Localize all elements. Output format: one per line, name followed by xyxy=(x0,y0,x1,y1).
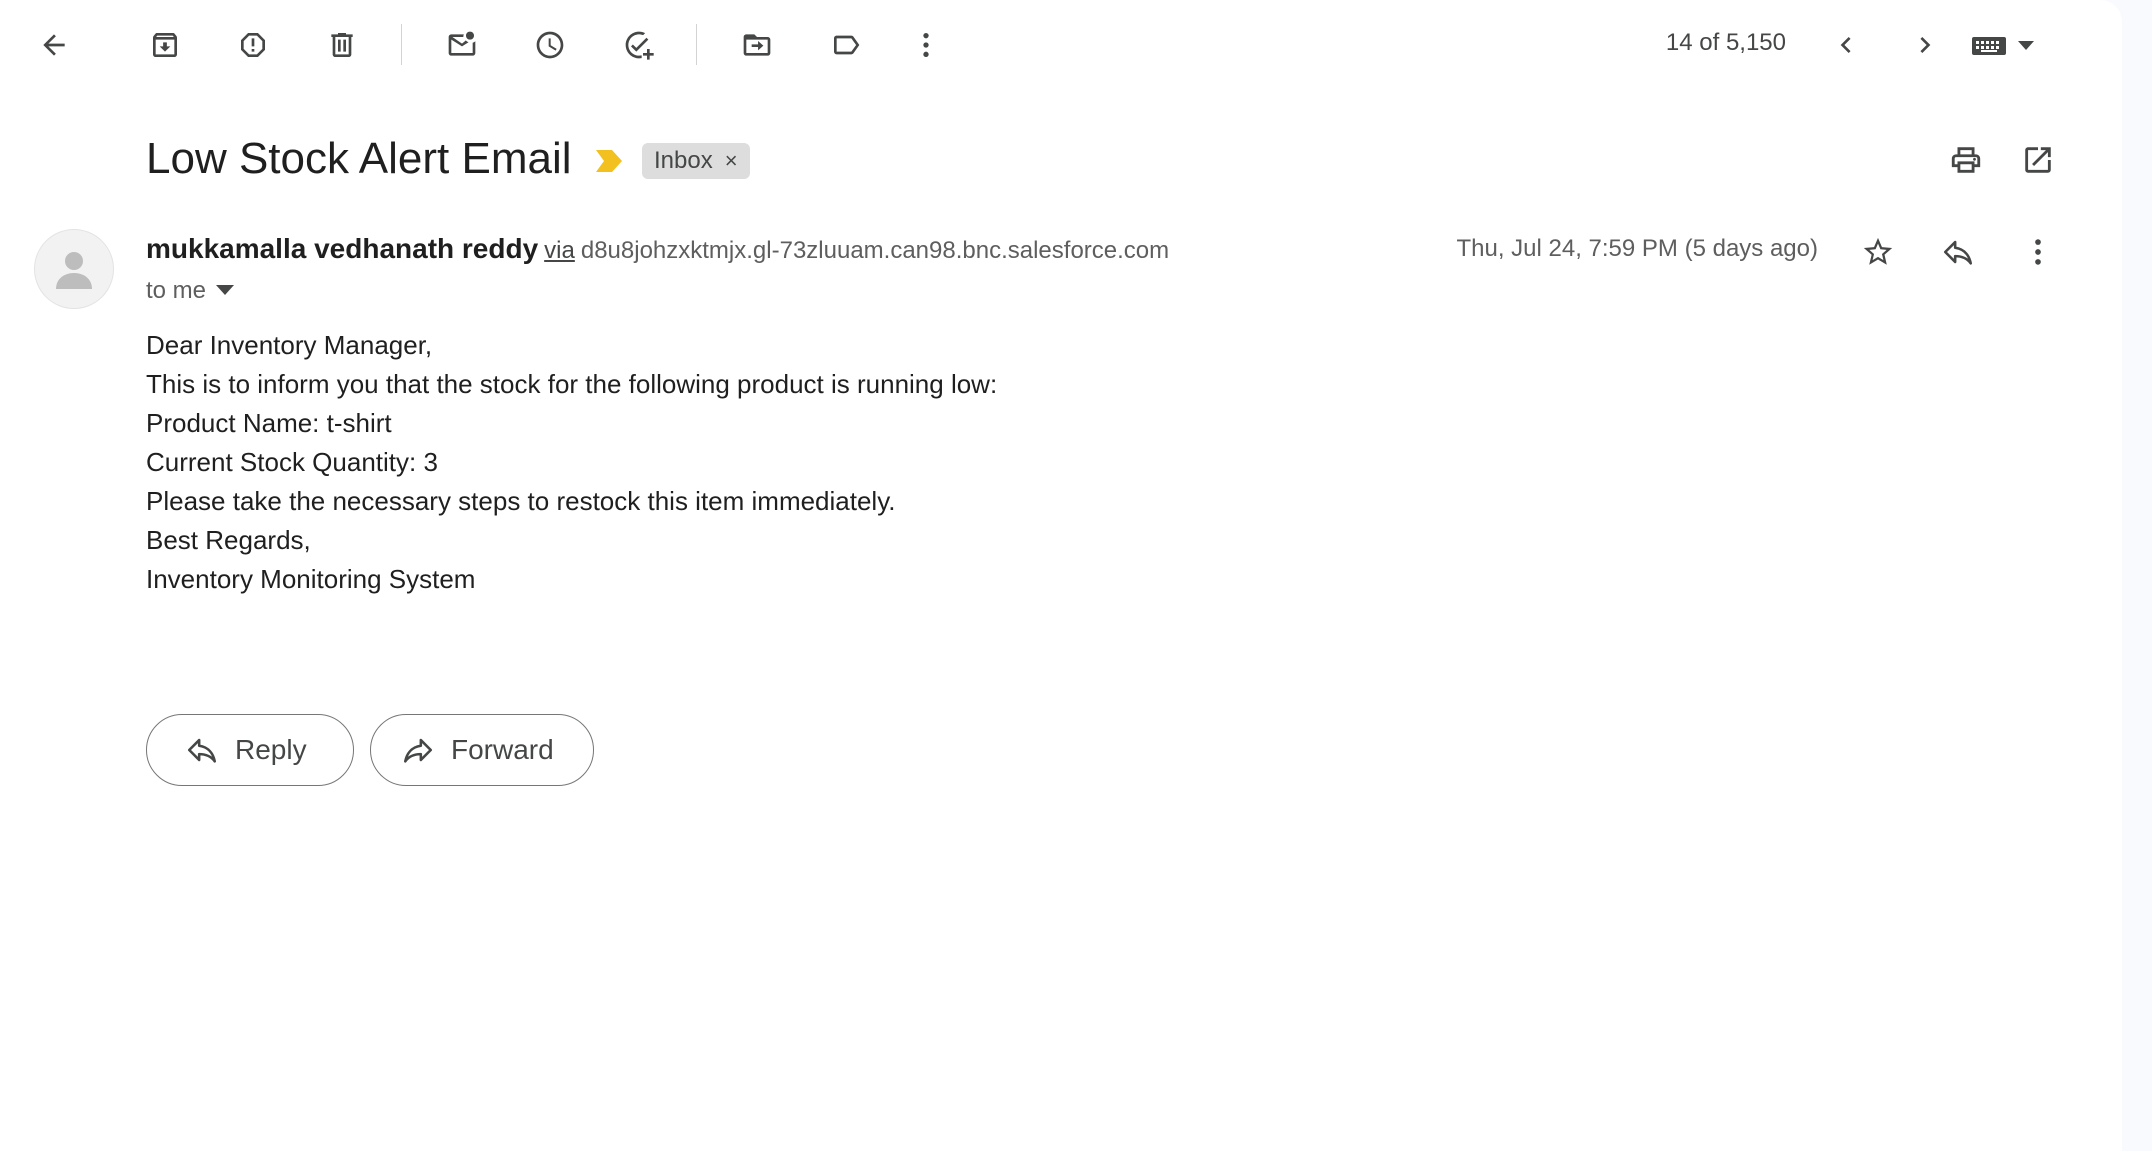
message-more-button[interactable] xyxy=(2014,228,2062,276)
snooze-button[interactable] xyxy=(526,21,574,69)
delete-button[interactable] xyxy=(318,21,366,69)
body-line: This is to inform you that the stock for… xyxy=(146,369,998,399)
mark-unread-icon xyxy=(448,31,476,56)
forward-icon xyxy=(403,738,433,763)
chevron-right-icon xyxy=(1920,37,1931,53)
label-name: Inbox xyxy=(654,147,713,174)
recipient-details-toggle[interactable]: to me xyxy=(146,277,235,305)
importance-marker-icon[interactable] xyxy=(594,148,624,174)
recipients-text: to me xyxy=(146,277,207,304)
clock-icon xyxy=(536,31,564,59)
older-button[interactable] xyxy=(1901,21,1949,69)
report-spam-button[interactable] xyxy=(229,21,277,69)
inbox-label-chip: Inbox × xyxy=(642,143,750,179)
reply-button[interactable] xyxy=(1934,228,1982,276)
star-button[interactable] xyxy=(1854,228,1902,276)
more-vert-icon xyxy=(923,33,929,57)
print-all-button[interactable] xyxy=(1944,138,1988,182)
print-icon xyxy=(1951,147,1981,173)
remove-label-button[interactable]: × xyxy=(725,148,738,174)
mark-unread-button[interactable] xyxy=(438,21,486,69)
via-link[interactable]: via xyxy=(544,237,575,264)
arrow-left-icon xyxy=(43,34,65,56)
forward-label: Forward xyxy=(451,734,554,765)
person-icon xyxy=(56,252,92,289)
newer-button[interactable] xyxy=(1822,21,1870,69)
input-tools-button[interactable] xyxy=(1972,28,2052,64)
toolbar-divider xyxy=(696,24,697,65)
reply-icon xyxy=(187,738,217,763)
add-to-tasks-button[interactable] xyxy=(615,21,663,69)
forward-action-button[interactable]: Forward xyxy=(370,714,594,786)
trash-icon xyxy=(331,33,353,57)
toolbar: 14 of 5,150 xyxy=(0,0,2122,90)
archive-icon xyxy=(153,33,177,57)
email-date: Thu, Jul 24, 7:59 PM (5 days ago) xyxy=(1456,235,1818,262)
keyboard-icon xyxy=(1972,37,2006,55)
email-view: 14 of 5,150 Low Stock Alert Email Inbox … xyxy=(0,0,2122,1151)
star-icon xyxy=(1863,237,1893,265)
sender-line: mukkamalla vedhanath reddy via d8u8johzxkt… xyxy=(146,233,1169,265)
more-vert-icon xyxy=(2035,239,2041,265)
caret-down-icon xyxy=(2018,41,2034,50)
move-to-button[interactable] xyxy=(733,21,781,69)
sender-domain: d8u8johzxktmjx.gl-73zluuam.can98.bnc.sal… xyxy=(580,237,1170,264)
message-counter: 14 of 5,150 xyxy=(1665,29,1786,56)
email-subject: Low Stock Alert Email xyxy=(146,134,572,183)
sender-avatar[interactable] xyxy=(34,229,114,309)
reply-icon xyxy=(1943,240,1973,265)
body-line: Inventory Monitoring System xyxy=(146,564,476,594)
body-line: Current Stock Quantity: 3 xyxy=(146,447,438,477)
report-icon xyxy=(241,33,265,57)
add-task-icon xyxy=(625,31,654,60)
sender-name[interactable]: mukkamalla vedhanath reddy xyxy=(146,233,538,264)
body-line: Dear Inventory Manager, xyxy=(146,330,433,360)
back-button[interactable] xyxy=(30,21,78,69)
move-to-folder-icon xyxy=(743,34,771,56)
label-icon xyxy=(834,35,860,55)
caret-down-icon xyxy=(216,285,235,295)
toolbar-divider xyxy=(401,24,402,65)
body-line: Product Name: t-shirt xyxy=(146,408,392,438)
labels-button[interactable] xyxy=(822,21,870,69)
body-line: Please take the necessary steps to resto… xyxy=(146,486,896,516)
open-new-window-button[interactable] xyxy=(2016,138,2060,182)
reply-action-button[interactable]: Reply xyxy=(146,714,354,786)
chevron-left-icon xyxy=(1840,37,1851,53)
email-body: Dear Inventory Manager, This is to infor… xyxy=(146,326,997,599)
body-line: Best Regards, xyxy=(146,525,311,555)
more-options-button[interactable] xyxy=(902,21,950,69)
archive-button[interactable] xyxy=(141,21,189,69)
reply-label: Reply xyxy=(235,734,307,765)
open-in-new-icon xyxy=(2025,147,2051,173)
